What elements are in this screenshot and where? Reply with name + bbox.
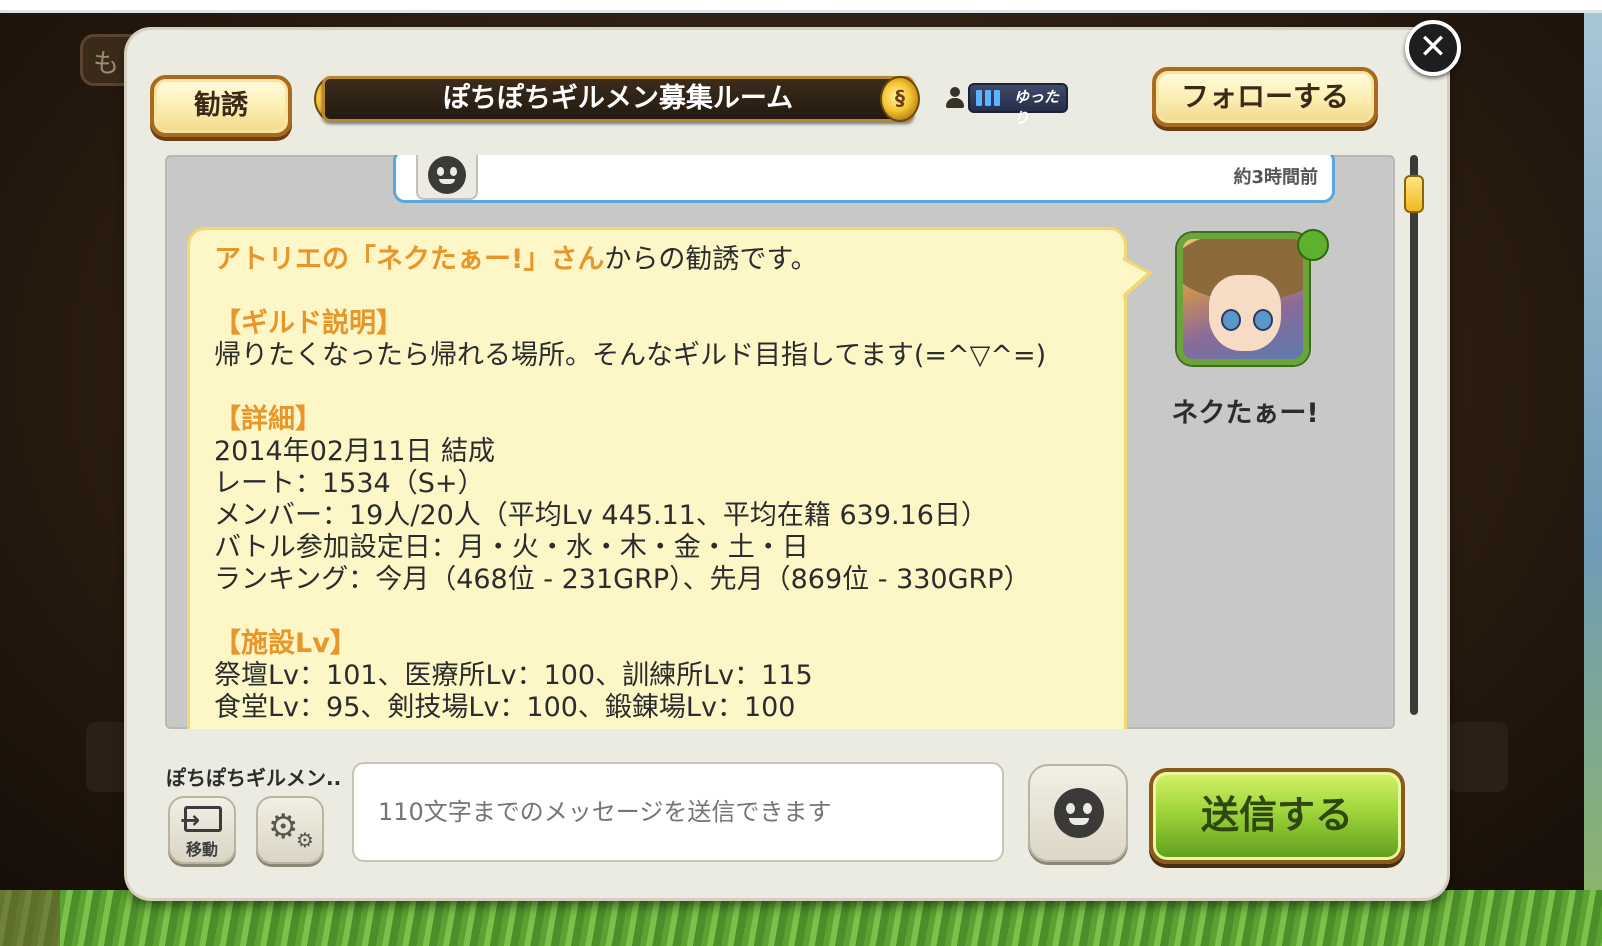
message-input[interactable] — [352, 762, 1004, 862]
move-label: 移動 — [185, 840, 218, 859]
previous-message: 約3時間前 — [393, 155, 1335, 203]
member-icon — [946, 87, 964, 109]
facilities-heading: 【施設Lv】 — [214, 628, 357, 659]
close-icon: ✕ — [1418, 27, 1448, 67]
sender-link[interactable]: アトリエの「ネクたぁー!」さん — [214, 244, 604, 275]
activity-badge: ゆったり — [968, 83, 1068, 127]
background-sky-edge — [1584, 13, 1602, 903]
smiley-face-icon — [1054, 788, 1104, 838]
message-timestamp: 約3時間前 — [1233, 167, 1318, 188]
background-grass — [0, 890, 1602, 946]
invite-intro-text: からの勧誘です。 — [604, 244, 818, 275]
room-title: ぽちぽちギルメン募集ルーム — [322, 76, 914, 122]
sender-avatar[interactable] — [1177, 233, 1309, 365]
activity-bar — [976, 90, 982, 106]
smiley-face-icon — [428, 156, 466, 194]
stamp-button[interactable] — [1028, 764, 1128, 862]
close-button[interactable]: ✕ — [1405, 20, 1461, 76]
sender-name: ネクたぁー! — [1171, 398, 1319, 429]
activity-bar — [994, 90, 1000, 106]
invite-intro: アトリエの「ネクたぁー!」さんからの勧誘です。 — [214, 244, 1100, 276]
chat-log[interactable]: 約3時間前 アトリエの「ネクたぁー!」さんからの勧誘です。 【ギルド説明】 帰り… — [165, 155, 1395, 729]
gear-small-icon: ⚙ — [296, 828, 314, 852]
send-button[interactable]: 送信する — [1149, 768, 1405, 864]
details-heading: 【詳細】 — [214, 404, 322, 435]
facilities-line-1: 祭壇Lv：101、医療所Lv：100、訓練所Lv：115 — [214, 660, 813, 691]
activity-bar — [985, 90, 991, 106]
gear-icon: ⚙ — [268, 807, 299, 847]
guild-members: メンバー：19人/20人（平均Lv 445.11、平均在籍 639.16日） — [214, 500, 988, 531]
leaf-badge-icon — [1297, 229, 1329, 261]
move-room-button[interactable]: → 移動 — [168, 796, 236, 864]
guild-rate: レート：1534（S+） — [214, 468, 485, 499]
founded-date: 2014年02月11日 結成 — [214, 436, 496, 467]
scrollbar-thumb[interactable] — [1404, 175, 1424, 213]
room-label: ぽちぽちギルメン.. — [166, 766, 342, 790]
follow-button[interactable]: フォローする — [1152, 67, 1378, 127]
invite-message-bubble: アトリエの「ネクたぁー!」さんからの勧誘です。 【ギルド説明】 帰りたくなったら… — [187, 227, 1127, 729]
previous-message-avatar — [416, 155, 478, 200]
guild-description-heading: 【ギルド説明】 — [214, 308, 403, 339]
ornament-right-icon: § — [880, 76, 920, 122]
guild-description: 帰りたくなったら帰れる場所。そんなギルド目指してます(=^▽^=) — [214, 340, 1047, 371]
guild-ranking: ランキング：今月（468位 - 231GRP）、先月（869位 - 330GRP… — [214, 564, 1031, 595]
scrollbar-track[interactable] — [1410, 155, 1418, 715]
activity-label: ゆったり — [1014, 88, 1060, 127]
invite-button[interactable]: 勧誘 — [150, 75, 292, 137]
settings-button[interactable]: ⚙ ⚙ — [256, 796, 324, 864]
bubble-tail-fill — [1122, 260, 1147, 295]
arrow-right-icon: → — [180, 806, 201, 834]
battle-days: バトル参加設定日：月・火・水・木・金・土・日 — [214, 532, 809, 563]
window-top-strip — [0, 0, 1602, 13]
background-decoration — [1448, 722, 1508, 792]
facilities-line-2: 食堂Lv：95、剣技場Lv：100、鍛錬場Lv：100 — [214, 692, 796, 723]
